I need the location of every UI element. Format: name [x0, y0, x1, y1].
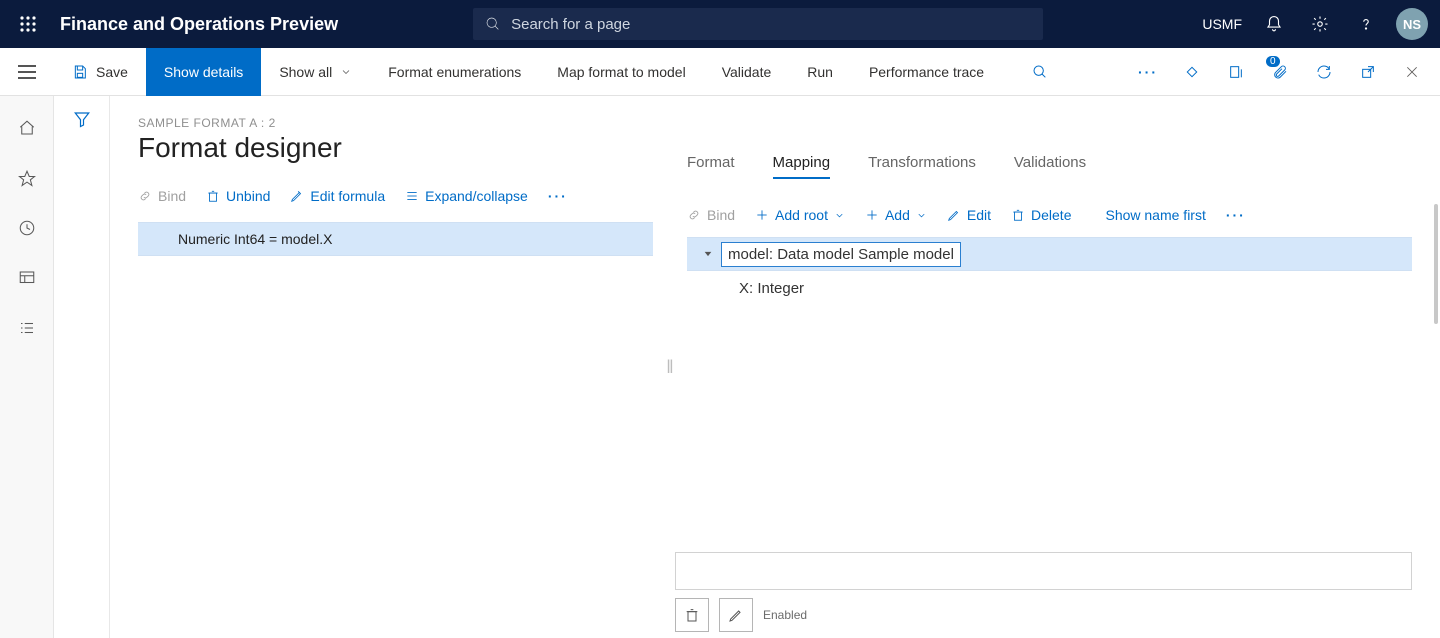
save-label: Save	[96, 64, 128, 80]
show-all-label: Show all	[279, 64, 332, 80]
tab-mapping[interactable]: Mapping	[773, 154, 831, 179]
command-bar: Save Show details Show all Format enumer…	[0, 48, 1440, 96]
modules-icon[interactable]	[0, 308, 54, 348]
company-code[interactable]: USMF	[1202, 16, 1242, 32]
more-icon[interactable]: ···	[1128, 48, 1168, 96]
workspace-icon[interactable]	[0, 258, 54, 298]
mapping-root-label: model: Data model Sample model	[721, 242, 961, 267]
show-all-button[interactable]: Show all	[261, 48, 370, 96]
tab-format[interactable]: Format	[687, 154, 735, 179]
topbar-right: USMF NS	[1202, 0, 1432, 48]
bottom-panel: Enabled	[675, 552, 1412, 638]
chevron-down-icon	[834, 210, 845, 221]
edit-button[interactable]: Edit	[947, 207, 991, 223]
scrollbar[interactable]	[1434, 204, 1438, 324]
filter-pane[interactable]	[54, 96, 110, 638]
search-input[interactable]	[511, 16, 1031, 33]
run-button[interactable]: Run	[789, 48, 851, 96]
expand-collapse-button[interactable]: Expand/collapse	[405, 188, 528, 204]
gear-icon[interactable]	[1298, 0, 1342, 48]
right-toolbar: Bind Add root Add Edit	[687, 207, 1412, 223]
find-icon[interactable]	[1020, 48, 1060, 96]
delete-property-button[interactable]	[675, 598, 709, 632]
caret-down-icon[interactable]	[701, 249, 715, 259]
mapping-child-label: X: Integer	[739, 280, 804, 297]
add-button[interactable]: Add	[865, 207, 927, 223]
right-more-icon[interactable]: ···	[1226, 207, 1246, 223]
breadcrumb: SAMPLE FORMAT A : 2	[138, 116, 653, 130]
chevron-down-icon	[916, 210, 927, 221]
mapping-root-row[interactable]: model: Data model Sample model	[687, 237, 1412, 271]
left-toolbar: Bind Unbind Edit formula Expand/collapse…	[138, 188, 653, 204]
main-layout: SAMPLE FORMAT A : 2 Format designer Bind…	[0, 96, 1440, 638]
show-details-label: Show details	[164, 64, 243, 80]
unbind-button[interactable]: Unbind	[206, 188, 270, 204]
left-panel: SAMPLE FORMAT A : 2 Format designer Bind…	[110, 96, 665, 638]
mapping-tree: model: Data model Sample model X: Intege…	[687, 237, 1412, 305]
hamburger-icon[interactable]	[0, 48, 54, 96]
tab-transformations[interactable]: Transformations	[868, 154, 976, 179]
right-tabs: Format Mapping Transformations Validatio…	[687, 154, 1412, 179]
waffle-icon[interactable]	[8, 0, 48, 48]
show-details-button[interactable]: Show details	[146, 48, 261, 96]
edit-formula-button[interactable]: Edit formula	[290, 188, 385, 204]
clock-icon[interactable]	[0, 208, 54, 248]
mapping-child-row[interactable]: X: Integer	[687, 271, 1412, 305]
bell-icon[interactable]	[1252, 0, 1296, 48]
page-title: Format designer	[138, 132, 653, 164]
show-name-first-button[interactable]: Show name first	[1105, 207, 1205, 223]
enabled-label: Enabled	[763, 608, 807, 622]
chevron-down-icon	[340, 66, 352, 78]
map-format-button[interactable]: Map format to model	[539, 48, 703, 96]
delete-button[interactable]: Delete	[1011, 207, 1071, 223]
navy-topbar: Finance and Operations Preview USMF NS	[0, 0, 1440, 48]
bind-button: Bind	[138, 188, 186, 204]
formula-input[interactable]	[675, 552, 1412, 590]
cmdbar-right: ··· 0	[1128, 48, 1440, 96]
help-icon[interactable]	[1344, 0, 1388, 48]
add-root-button[interactable]: Add root	[755, 207, 845, 223]
format-tree-label: Numeric Int64 = model.X	[178, 231, 332, 247]
star-icon[interactable]	[0, 158, 54, 198]
map-bind-button: Bind	[687, 207, 735, 223]
format-enumerations-button[interactable]: Format enumerations	[370, 48, 539, 96]
attachment-badge: 0	[1266, 56, 1280, 67]
open-icon[interactable]	[1216, 48, 1256, 96]
performance-trace-button[interactable]: Performance trace	[851, 48, 1002, 96]
edit-property-button[interactable]	[719, 598, 753, 632]
right-panel: Format Mapping Transformations Validatio…	[675, 96, 1440, 638]
content-area: SAMPLE FORMAT A : 2 Format designer Bind…	[110, 96, 1440, 638]
global-search[interactable]	[473, 8, 1043, 40]
avatar[interactable]: NS	[1396, 8, 1428, 40]
splitter[interactable]: ‖	[665, 96, 675, 638]
home-icon[interactable]	[0, 108, 54, 148]
funnel-icon	[73, 110, 91, 128]
validate-button[interactable]: Validate	[704, 48, 790, 96]
diamond-icon[interactable]	[1172, 48, 1212, 96]
close-icon[interactable]	[1392, 48, 1432, 96]
format-tree-row[interactable]: Numeric Int64 = model.X	[138, 222, 653, 256]
popout-icon[interactable]	[1348, 48, 1388, 96]
app-title: Finance and Operations Preview	[60, 14, 338, 35]
tab-validations[interactable]: Validations	[1014, 154, 1086, 179]
save-button[interactable]: Save	[54, 48, 146, 96]
attachment-icon[interactable]: 0	[1260, 48, 1300, 96]
refresh-icon[interactable]	[1304, 48, 1344, 96]
left-more-icon[interactable]: ···	[548, 188, 568, 204]
left-sidebar	[0, 96, 54, 638]
